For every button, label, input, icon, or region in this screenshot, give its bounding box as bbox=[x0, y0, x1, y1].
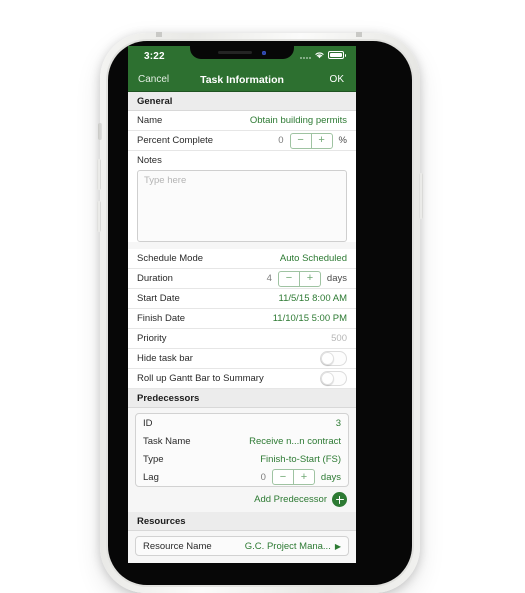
predecessor-task-name-value[interactable]: Receive n...n contract bbox=[249, 436, 341, 447]
notch bbox=[190, 46, 294, 59]
name-value[interactable]: Obtain building permits bbox=[250, 115, 347, 126]
cancel-button[interactable]: Cancel bbox=[138, 74, 169, 85]
row-predecessor-task-name[interactable]: Task Name Receive n...n contract bbox=[136, 432, 348, 450]
section-header-resources: Resources bbox=[128, 512, 356, 531]
ok-button[interactable]: OK bbox=[330, 74, 344, 85]
notes-placeholder: Type here bbox=[144, 175, 187, 186]
row-start-date[interactable]: Start Date 11/5/15 8:00 AM bbox=[128, 289, 356, 309]
resource-card: Resource Name G.C. Project Mana... ▶ bbox=[135, 536, 349, 556]
power-button[interactable] bbox=[419, 173, 423, 219]
roll-up-gantt-toggle[interactable] bbox=[320, 371, 347, 386]
row-priority: Priority 500 bbox=[128, 329, 356, 349]
predecessor-type-label: Type bbox=[143, 453, 164, 465]
status-time: 3:22 bbox=[144, 51, 165, 62]
row-predecessor-type[interactable]: Type Finish-to-Start (FS) bbox=[136, 450, 348, 468]
row-duration[interactable]: Duration 4 − + days bbox=[128, 269, 356, 289]
navigation-bar: Cancel Task Information OK bbox=[128, 68, 356, 92]
row-name[interactable]: Name Obtain building permits bbox=[128, 111, 356, 131]
predecessor-id-value[interactable]: 3 bbox=[336, 418, 341, 429]
plus-circle-icon[interactable] bbox=[332, 492, 347, 507]
percent-decrement-button[interactable]: − bbox=[291, 134, 311, 148]
duration-increment-button[interactable]: + bbox=[298, 271, 320, 286]
row-predecessor-lag[interactable]: Lag 0 − + days bbox=[136, 468, 348, 486]
percent-complete-label: Percent Complete bbox=[137, 135, 214, 146]
name-label: Name bbox=[137, 115, 163, 126]
duration-stepper[interactable]: − + bbox=[277, 270, 321, 287]
add-predecessor-row[interactable]: Add Predecessor bbox=[128, 487, 356, 512]
section-header-general: General bbox=[128, 92, 356, 111]
task-information-form: General Name Obtain building permits Per… bbox=[128, 92, 356, 563]
priority-label: Priority bbox=[137, 333, 167, 344]
antenna-band-top-right bbox=[356, 32, 362, 37]
finish-date-value[interactable]: 11/10/15 5:00 PM bbox=[273, 313, 347, 324]
schedule-mode-label: Schedule Mode bbox=[137, 253, 204, 264]
speaker-slot-icon bbox=[218, 51, 252, 54]
finish-date-label: Finish Date bbox=[137, 313, 186, 324]
notes-input[interactable]: Type here bbox=[137, 170, 347, 242]
schedule-mode-value[interactable]: Auto Scheduled bbox=[280, 253, 347, 264]
percent-complete-stepper[interactable]: − + bbox=[289, 132, 333, 149]
hide-task-bar-label: Hide task bar bbox=[137, 353, 193, 364]
row-percent-complete[interactable]: Percent Complete 0 − + % bbox=[128, 131, 356, 151]
duration-unit-label: days bbox=[326, 273, 347, 284]
status-indicators bbox=[300, 51, 346, 59]
predecessor-type-value[interactable]: Finish-to-Start (FS) bbox=[260, 454, 341, 465]
front-camera-icon bbox=[262, 50, 266, 55]
row-schedule-mode[interactable]: Schedule Mode Auto Scheduled bbox=[128, 249, 356, 269]
section-header-predecessors: Predecessors bbox=[128, 389, 356, 408]
duration-value: 4 bbox=[266, 273, 272, 284]
start-date-label: Start Date bbox=[137, 293, 180, 304]
volume-up-button[interactable] bbox=[97, 159, 101, 190]
duration-decrement-button[interactable]: − bbox=[279, 272, 299, 286]
percent-increment-button[interactable]: + bbox=[310, 133, 332, 148]
start-date-value[interactable]: 11/5/15 8:00 AM bbox=[279, 293, 348, 304]
row-finish-date[interactable]: Finish Date 11/10/15 5:00 PM bbox=[128, 309, 356, 329]
battery-icon bbox=[328, 51, 346, 59]
lag-increment-button[interactable]: + bbox=[292, 470, 314, 484]
percent-unit-label: % bbox=[338, 135, 347, 146]
duration-label: Duration bbox=[137, 273, 173, 284]
add-predecessor-label[interactable]: Add Predecessor bbox=[254, 494, 327, 505]
row-roll-up-gantt[interactable]: Roll up Gantt Bar to Summary bbox=[128, 369, 356, 389]
predecessor-card: ID 3 Task Name Receive n...n contract Ty… bbox=[135, 413, 349, 487]
hide-task-bar-toggle[interactable] bbox=[320, 351, 347, 366]
wifi-icon bbox=[315, 52, 324, 59]
priority-value: 500 bbox=[331, 333, 347, 344]
volume-down-button[interactable] bbox=[97, 201, 101, 232]
lag-decrement-button[interactable]: − bbox=[273, 470, 293, 484]
predecessor-lag-stepper[interactable]: − + bbox=[271, 469, 315, 485]
percent-complete-value: 0 bbox=[278, 135, 284, 146]
predecessor-lag-label: Lag bbox=[143, 471, 159, 483]
phone-device: 3:22 Cancel Task Information OK General … bbox=[97, 32, 423, 593]
notes-label: Notes bbox=[137, 155, 162, 166]
roll-up-gantt-label: Roll up Gantt Bar to Summary bbox=[137, 373, 264, 384]
predecessor-lag-value: 0 bbox=[260, 471, 266, 483]
resource-name-label: Resource Name bbox=[143, 540, 212, 552]
predecessor-id-label: ID bbox=[143, 417, 153, 429]
signal-dots-icon bbox=[300, 52, 311, 59]
row-resource-name[interactable]: Resource Name G.C. Project Mana... ▶ bbox=[136, 537, 348, 555]
row-hide-task-bar[interactable]: Hide task bar bbox=[128, 349, 356, 369]
row-notes: Notes Type here bbox=[128, 151, 356, 242]
row-predecessor-id[interactable]: ID 3 bbox=[136, 414, 348, 432]
phone-screen: 3:22 Cancel Task Information OK General … bbox=[128, 46, 356, 563]
resource-name-value[interactable]: G.C. Project Mana... bbox=[245, 541, 331, 552]
mute-switch[interactable] bbox=[98, 123, 102, 140]
lag-unit-label: days bbox=[320, 471, 341, 483]
predecessor-task-name-label: Task Name bbox=[143, 435, 191, 447]
antenna-band-top-left bbox=[156, 32, 162, 37]
chevron-right-icon[interactable]: ▶ bbox=[335, 542, 341, 551]
